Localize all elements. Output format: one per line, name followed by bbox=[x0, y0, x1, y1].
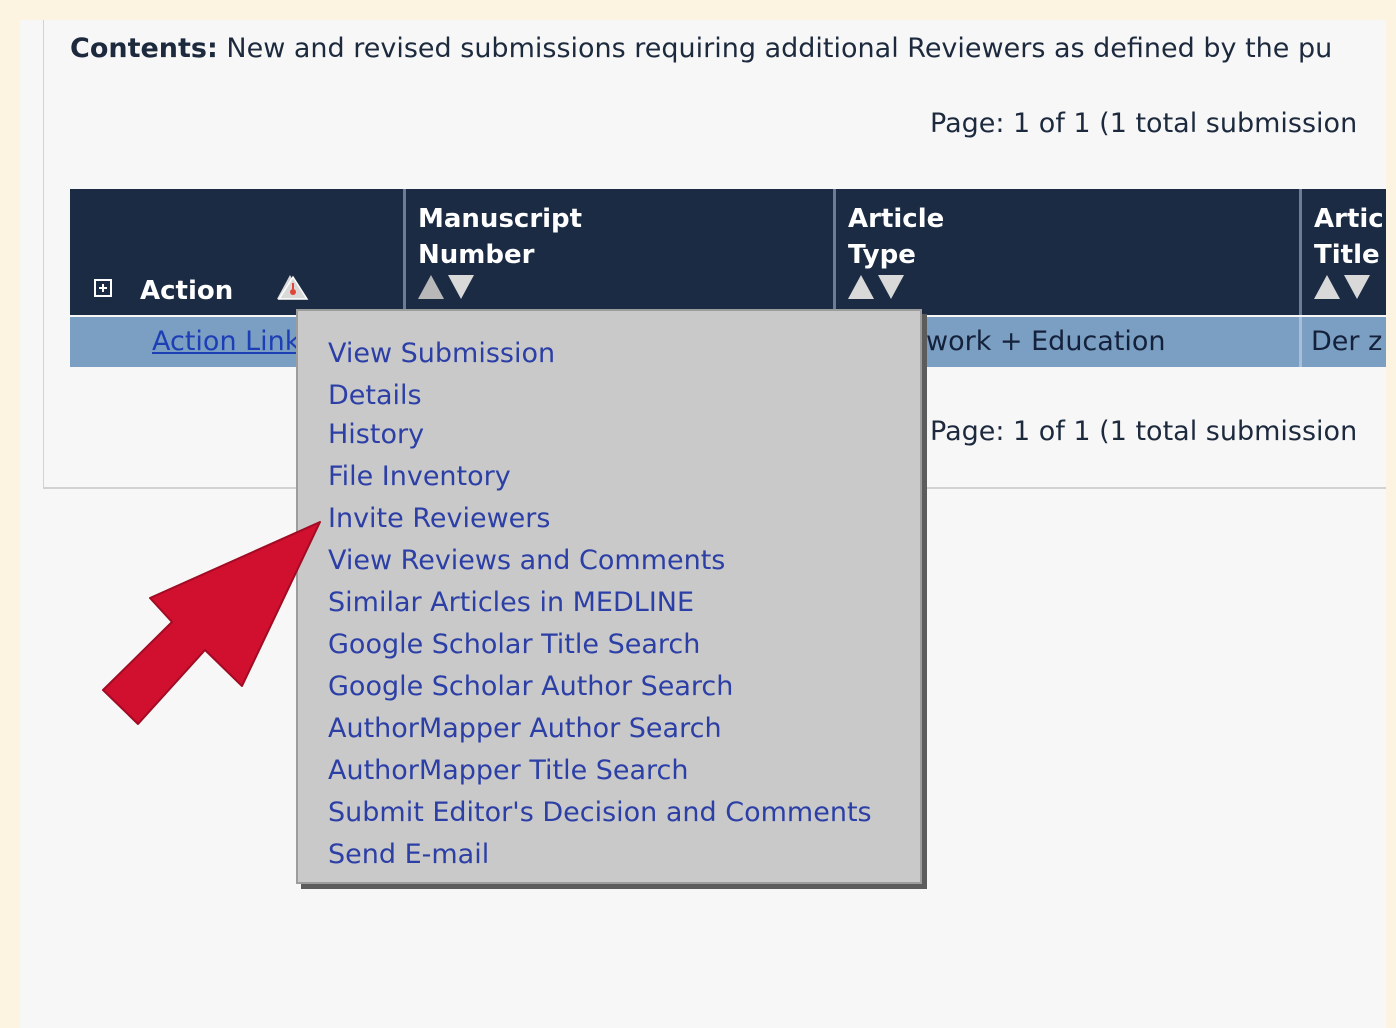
sort-controls-manuscript-number bbox=[418, 275, 478, 301]
column-label-article-title: Artic Title bbox=[1314, 204, 1384, 270]
column-header-article-title: Artic Title bbox=[1299, 189, 1386, 315]
plus-box-icon[interactable] bbox=[94, 279, 112, 297]
menu-item-submit-editor-decision[interactable]: Submit Editor's Decision and Comments bbox=[328, 796, 872, 830]
triangle-down-icon[interactable] bbox=[1344, 275, 1370, 299]
triangle-down-icon[interactable] bbox=[878, 275, 904, 299]
table-header: Action Manuscript Number Article Type Ar… bbox=[70, 189, 1386, 315]
menu-item-file-inventory[interactable]: File Inventory bbox=[328, 460, 511, 494]
warning-triangle-icon bbox=[277, 275, 309, 300]
column-label-article-type: Article Type bbox=[848, 204, 945, 270]
column-header-action: Action bbox=[70, 189, 403, 315]
menu-item-invite-reviewers[interactable]: Invite Reviewers bbox=[328, 502, 550, 536]
menu-item-authormapper-author[interactable]: AuthorMapper Author Search bbox=[328, 712, 722, 746]
pager-top: Page: 1 of 1 (1 total submission bbox=[930, 108, 1358, 139]
menu-item-details[interactable]: Details bbox=[328, 379, 422, 413]
sort-controls-article-type bbox=[848, 275, 908, 301]
column-label-action: Action bbox=[140, 276, 234, 306]
triangle-down-icon[interactable] bbox=[448, 275, 474, 299]
menu-item-view-reviews[interactable]: View Reviews and Comments bbox=[328, 544, 725, 578]
sort-controls-article-title bbox=[1314, 275, 1374, 301]
contents-description: Contents: New and revised submissions re… bbox=[70, 33, 1386, 64]
menu-item-google-scholar-title[interactable]: Google Scholar Title Search bbox=[328, 628, 700, 662]
column-header-manuscript-number: Manuscript Number bbox=[403, 189, 833, 315]
action-links-menu: View Submission Details History File Inv… bbox=[296, 309, 922, 884]
contents-label: Contents: bbox=[70, 33, 218, 64]
contents-text: New and revised submissions requiring ad… bbox=[226, 33, 1333, 64]
menu-item-send-email[interactable]: Send E-mail bbox=[328, 838, 489, 872]
triangle-up-icon[interactable] bbox=[1314, 275, 1340, 299]
column-header-article-type: Article Type bbox=[833, 189, 1299, 315]
cell-article-title: Der z bbox=[1299, 317, 1386, 367]
menu-item-similar-articles-medline[interactable]: Similar Articles in MEDLINE bbox=[328, 586, 694, 620]
column-label-manuscript-number: Manuscript Number bbox=[418, 204, 583, 270]
menu-item-view-submission[interactable]: View Submission bbox=[328, 337, 555, 371]
menu-item-google-scholar-author[interactable]: Google Scholar Author Search bbox=[328, 670, 733, 704]
triangle-up-icon[interactable] bbox=[418, 275, 444, 299]
pager-bottom: Page: 1 of 1 (1 total submission bbox=[930, 416, 1358, 447]
triangle-up-icon[interactable] bbox=[848, 275, 874, 299]
action-links-link[interactable]: Action Links bbox=[152, 317, 315, 367]
menu-item-authormapper-title[interactable]: AuthorMapper Title Search bbox=[328, 754, 689, 788]
menu-item-history[interactable]: History bbox=[328, 418, 424, 452]
